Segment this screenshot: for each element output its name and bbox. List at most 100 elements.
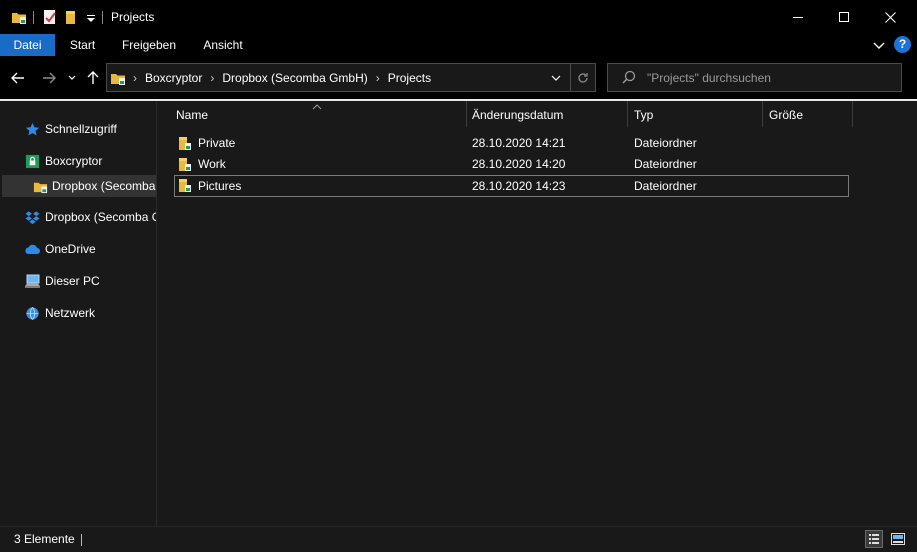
tab-freigeben[interactable]: Freigeben (113, 34, 185, 56)
up-button[interactable] (85, 68, 101, 88)
sidebar-item-onedrive[interactable]: OneDrive (24, 238, 96, 260)
sidebar-item-label: Boxcryptor (45, 154, 103, 168)
network-icon (24, 305, 40, 321)
tab-datei[interactable]: Datei (0, 34, 55, 56)
recent-locations-button[interactable] (66, 68, 78, 88)
search-box[interactable] (607, 63, 902, 92)
chevron-right-icon[interactable]: › (210, 71, 214, 85)
item-count: 3 Elemente (14, 532, 75, 546)
column-header-date[interactable]: Änderungsdatum (472, 103, 563, 127)
maximize-button[interactable] (821, 0, 867, 34)
customize-toolbar-icon[interactable] (86, 9, 96, 25)
encrypted-folder-icon (178, 178, 192, 196)
address-history-button[interactable] (544, 64, 568, 91)
chevron-right-icon[interactable]: › (133, 71, 137, 85)
cloud-icon (24, 241, 40, 257)
toolbar-separator (102, 11, 103, 24)
chevron-down-icon (551, 75, 561, 81)
table-row[interactable]: Work 28.10.2020 14:20 Dateiordner (174, 154, 849, 176)
sidebar-item-schnellzugriff[interactable]: Schnellzugriff (24, 118, 117, 140)
column-divider[interactable] (466, 101, 467, 127)
breadcrumb-dropbox[interactable]: Dropbox (Secomba GmbH) (222, 71, 367, 85)
file-date: 28.10.2020 14:21 (472, 136, 566, 150)
sidebar-item-netzwerk[interactable]: Netzwerk (24, 302, 95, 324)
file-name: Private (198, 136, 236, 150)
table-row[interactable]: Pictures 28.10.2020 14:23 Dateiordner (174, 175, 849, 197)
encrypted-folder-icon (178, 136, 192, 154)
sidebar-item-label: Dropbox (Secomba GmbH) (52, 179, 156, 193)
details-view-icon (869, 534, 879, 544)
encrypted-folder-icon[interactable] (11, 9, 27, 25)
properties-icon[interactable] (42, 9, 58, 25)
refresh-button[interactable] (570, 64, 595, 91)
sidebar-item-boxcryptor[interactable]: Boxcryptor (24, 150, 102, 172)
details-view-button[interactable] (865, 530, 883, 548)
column-divider[interactable] (627, 101, 628, 127)
forward-button[interactable] (40, 68, 58, 88)
file-type: Dateiordner (634, 179, 697, 193)
large-icons-view-icon (891, 533, 905, 545)
encrypted-folder-icon (32, 178, 48, 194)
window-title: Projects (111, 10, 155, 24)
file-date: 28.10.2020 14:23 (472, 179, 566, 193)
ribbon-tabs: Datei Start Freigeben Ansicht ? (0, 34, 917, 56)
title-bar: Projects (0, 0, 917, 34)
sidebar-item-label: OneDrive (45, 242, 96, 256)
file-name: Work (198, 157, 226, 171)
star-icon (24, 121, 40, 137)
file-name: Pictures (198, 179, 242, 193)
minimize-button[interactable] (775, 0, 821, 34)
toolbar-separator (33, 11, 34, 24)
new-folder-icon[interactable] (64, 9, 78, 25)
close-button[interactable] (867, 0, 913, 34)
status-separator (81, 534, 82, 546)
column-header-size[interactable]: Größe (769, 103, 803, 127)
large-icons-view-button[interactable] (889, 530, 907, 548)
maximize-icon (839, 12, 849, 22)
arrow-right-icon (43, 72, 56, 84)
sidebar-item-label: Dropbox (Secomba GmbH) (45, 210, 156, 224)
close-icon (884, 11, 896, 23)
search-input[interactable] (647, 64, 897, 91)
boxcryptor-icon (24, 153, 40, 169)
status-bar: 3 Elemente (0, 526, 917, 552)
arrow-left-icon (11, 72, 24, 84)
breadcrumb-boxcryptor[interactable]: Boxcryptor (145, 71, 202, 85)
address-bar[interactable]: › Boxcryptor › Dropbox (Secomba GmbH) › … (106, 63, 596, 92)
sidebar-item-dropbox[interactable]: Dropbox (Secomba GmbH) (24, 206, 156, 228)
computer-icon (24, 273, 40, 289)
dropbox-icon (24, 209, 40, 225)
sidebar-item-label: Netzwerk (45, 306, 96, 320)
content-area: Schnellzugriff Boxcryptor Dropbox (Secom… (0, 101, 917, 526)
encrypted-folder-icon (110, 70, 126, 86)
help-button[interactable]: ? (894, 36, 911, 53)
arrow-up-icon (87, 71, 99, 84)
search-icon (622, 70, 636, 87)
breadcrumb-projects[interactable]: Projects (388, 71, 431, 85)
sidebar-item-label: Schnellzugriff (45, 122, 117, 136)
navigation-bar: › Boxcryptor › Dropbox (Secomba GmbH) › … (0, 56, 917, 100)
file-date: 28.10.2020 14:20 (472, 157, 566, 171)
sidebar-item-label: Dieser PC (45, 274, 100, 288)
sort-ascending-icon (312, 99, 322, 113)
tab-ansicht[interactable]: Ansicht (192, 34, 254, 56)
sidebar-item-dropbox-encrypted[interactable]: Dropbox (Secomba GmbH) (2, 175, 156, 197)
sidebar-item-dieser-pc[interactable]: Dieser PC (24, 270, 100, 292)
back-button[interactable] (9, 68, 27, 88)
encrypted-folder-icon (178, 157, 192, 175)
column-divider[interactable] (852, 101, 853, 127)
table-row[interactable]: Private 28.10.2020 14:21 Dateiordner (174, 133, 849, 155)
navigation-pane[interactable]: Schnellzugriff Boxcryptor Dropbox (Secom… (0, 101, 157, 526)
column-divider[interactable] (762, 101, 763, 127)
file-type: Dateiordner (634, 157, 697, 171)
column-header-name[interactable]: Name (176, 103, 208, 127)
column-header-type[interactable]: Typ (634, 103, 653, 127)
tab-start[interactable]: Start (60, 34, 105, 56)
expand-ribbon-icon[interactable] (873, 39, 885, 54)
refresh-icon (578, 72, 588, 83)
file-list[interactable]: Name Änderungsdatum Typ Größe Private 28… (158, 101, 917, 526)
chevron-down-icon (68, 75, 76, 80)
minimize-icon (793, 17, 803, 18)
file-type: Dateiordner (634, 136, 697, 150)
chevron-right-icon[interactable]: › (376, 71, 380, 85)
